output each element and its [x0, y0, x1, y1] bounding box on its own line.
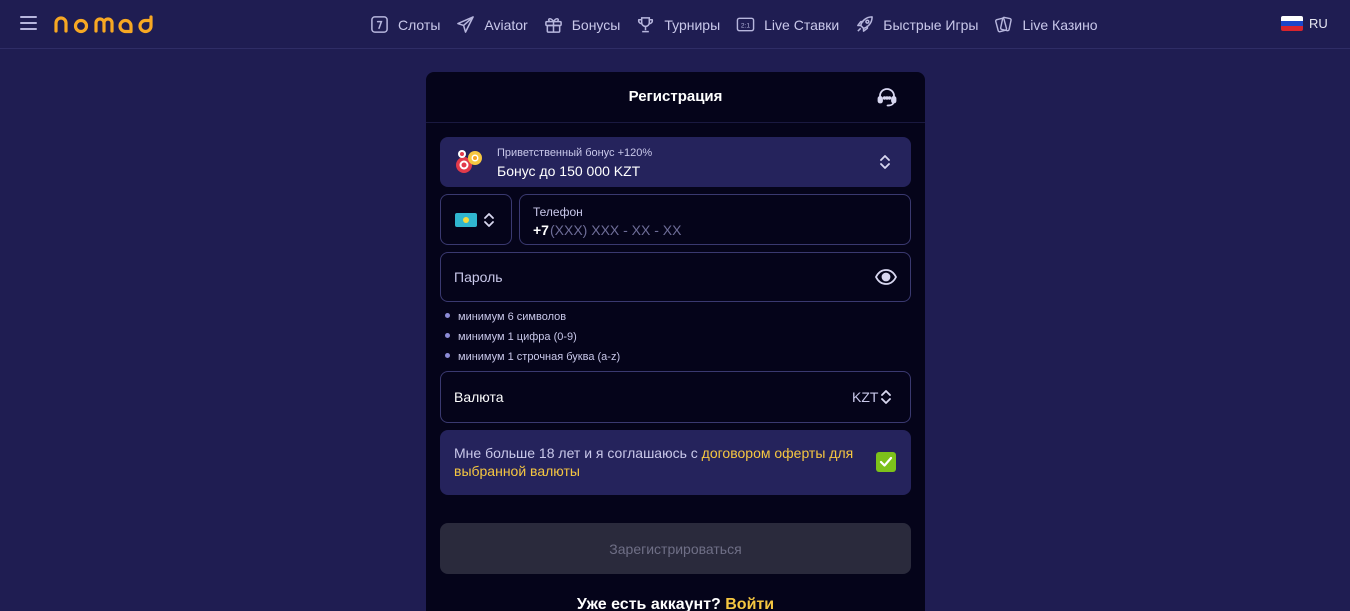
phone-prefix: +7: [533, 222, 549, 238]
login-prompt: Уже есть аккаунт? Войти: [426, 596, 925, 611]
chevron-up-down-icon: [484, 213, 494, 227]
password-rule: минимум 1 цифра (0-9): [444, 330, 620, 350]
password-field[interactable]: Пароль: [440, 252, 911, 302]
checkmark-icon: [879, 456, 893, 467]
nav-item-live-bets[interactable]: 2:1 Live Ставки: [736, 0, 839, 49]
nomad-logo[interactable]: [54, 14, 158, 34]
nav-label: Быстрые Игры: [883, 16, 979, 33]
cards-icon: [995, 16, 1013, 33]
slot-machine-icon: [371, 16, 388, 33]
phone-label: Телефон: [533, 205, 583, 219]
trophy-icon: [638, 17, 654, 33]
phone-placeholder: (XXX) XXX - XX - XX: [550, 222, 682, 238]
page-title: Регистрация: [628, 88, 723, 105]
password-rule: минимум 6 символов: [444, 310, 620, 330]
plane-icon: [457, 16, 475, 33]
nav-label: Live Ставки: [764, 16, 840, 33]
bonus-value: Бонус до 150 000 KZT: [497, 163, 641, 179]
eye-icon[interactable]: [875, 267, 897, 287]
phone-field[interactable]: Телефон +7 (XXX) XXX - XX - XX: [519, 194, 911, 245]
support-headset-icon[interactable]: [876, 86, 898, 108]
currency-value: KZT: [852, 389, 879, 405]
password-placeholder: Пароль: [454, 269, 503, 285]
chevron-up-down-icon: [881, 390, 891, 404]
nav-item-slots[interactable]: Слоты: [370, 0, 440, 49]
bonus-caption: Приветственный бонус +120%: [497, 147, 653, 159]
rocket-icon: [857, 16, 874, 32]
russia-flag-icon: [1281, 16, 1303, 31]
gift-icon: [544, 18, 562, 33]
currency-selector[interactable]: Валюта KZT: [440, 371, 911, 423]
login-link[interactable]: Войти: [725, 596, 774, 611]
main-nav: Слоты Aviator Бонусы Турниры 2:1 Live Ст…: [370, 0, 1114, 49]
nav-label: Турниры: [664, 16, 721, 33]
panel-header: Регистрация: [426, 72, 925, 123]
country-code-selector[interactable]: [440, 194, 512, 245]
nav-label: Aviator: [484, 16, 528, 33]
age-agreement: Мне больше 18 лет и я соглашаюсь с догов…: [440, 430, 911, 495]
agreement-checkbox[interactable]: [876, 452, 896, 472]
currency-label: Валюта: [454, 389, 504, 405]
nav-label: Слоты: [398, 16, 441, 33]
nav-item-live-casino[interactable]: Live Казино: [994, 0, 1098, 49]
login-prompt-text: Уже есть аккаунт?: [576, 596, 721, 611]
nav-item-bonuses[interactable]: Бонусы: [544, 0, 621, 49]
casino-chips-icon: [456, 150, 482, 173]
language-selector[interactable]: RU: [1281, 16, 1328, 31]
bonus-selector[interactable]: Приветственный бонус +120% Бонус до 150 …: [440, 137, 911, 187]
registration-panel: Регистрация Приветственный бонус +120% Б…: [426, 72, 925, 611]
register-button[interactable]: Зарегистрироваться: [440, 523, 911, 574]
nav-label: Live Казино: [1022, 16, 1098, 33]
nav-label: Бонусы: [571, 16, 621, 33]
nav-item-aviator[interactable]: Aviator: [456, 0, 528, 49]
nav-item-fast-games[interactable]: Быстрые Игры: [855, 0, 978, 49]
top-header: Слоты Aviator Бонусы Турниры 2:1 Live Ст…: [0, 0, 1350, 49]
menu-icon[interactable]: [20, 16, 37, 30]
nav-item-tournaments[interactable]: Турниры: [636, 0, 720, 49]
kazakhstan-flag-icon: [455, 213, 477, 227]
agreement-text: Мне больше 18 лет и я соглашаюсь с догов…: [454, 444, 864, 480]
password-rule: минимум 1 строчная буква (a-z): [444, 350, 620, 370]
chevron-up-down-icon: [880, 155, 890, 169]
agreement-label: Мне больше 18 лет и я соглашаюсь с: [454, 445, 702, 461]
svg-text:2:1: 2:1: [741, 22, 751, 29]
language-code: RU: [1309, 16, 1328, 31]
live-score-icon: 2:1: [736, 17, 755, 32]
password-rules: минимум 6 символов минимум 1 цифра (0-9)…: [444, 310, 620, 370]
